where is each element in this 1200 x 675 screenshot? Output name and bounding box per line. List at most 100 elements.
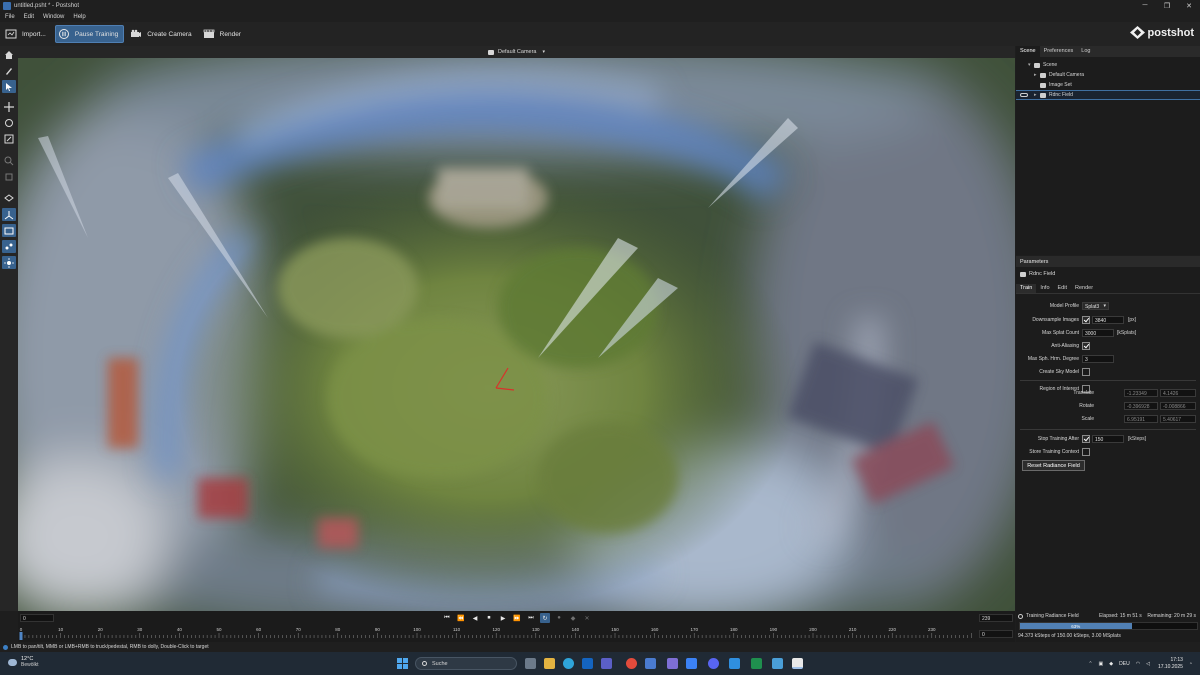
reset-radiance-field-button[interactable]: Reset Radiance Field — [1022, 460, 1085, 471]
home-view-tool[interactable] — [2, 48, 16, 61]
menu-file[interactable]: File — [5, 14, 15, 20]
crop-tool[interactable] — [2, 170, 16, 183]
play-button[interactable]: ▶ — [498, 613, 508, 623]
downsample-input[interactable]: 3840 — [1092, 316, 1124, 324]
anti-aliasing-checkbox[interactable] — [1082, 342, 1090, 350]
playhead[interactable] — [19, 632, 23, 640]
windows-start-icon[interactable] — [397, 658, 408, 669]
tab-scene[interactable]: Scene — [1016, 46, 1040, 57]
eye-icon[interactable] — [1020, 93, 1028, 97]
outlook-icon[interactable] — [582, 658, 593, 669]
app-icon[interactable] — [708, 658, 719, 669]
tab-train[interactable]: Train — [1016, 284, 1037, 293]
sky-model-checkbox[interactable] — [1082, 368, 1090, 376]
app-icon[interactable] — [729, 658, 740, 669]
chrome-icon[interactable] — [626, 658, 637, 669]
notification-icon[interactable]: ◔ — [1189, 661, 1192, 667]
training-stats: 94.373 kSteps of 150.00 kSteps, 3.00 MSp… — [1018, 633, 1121, 639]
stop-after-row: Stop Training After 150 [kSteps] — [1016, 434, 1200, 444]
tree-item-scene[interactable]: ▾ Scene — [1016, 60, 1200, 70]
create-camera-button[interactable]: Create Camera — [128, 25, 196, 43]
weather-widget[interactable]: 12°C Bewölkt — [8, 656, 39, 668]
timeline-start-input[interactable]: 0 — [20, 614, 54, 622]
tray-app-icon[interactable]: ◆ — [1109, 661, 1113, 667]
tab-info[interactable]: Info — [1036, 284, 1053, 293]
light-tool[interactable] — [2, 256, 16, 269]
app-icon[interactable] — [751, 658, 762, 669]
volume-icon[interactable]: ◁ — [1146, 661, 1150, 667]
chevron-up-icon[interactable]: ⌃ — [1088, 661, 1092, 667]
move-tool[interactable] — [2, 100, 16, 113]
rotate-tool[interactable] — [2, 116, 16, 129]
stop-after-checkbox[interactable] — [1082, 435, 1090, 443]
save-icon[interactable] — [686, 658, 697, 669]
clock[interactable]: 17:13 17.10.2025 — [1158, 657, 1183, 671]
stop-button[interactable]: ⏹ — [484, 613, 494, 623]
tab-edit[interactable]: Edit — [1054, 284, 1071, 293]
model-profile-select[interactable]: Splat3 ▾ — [1082, 302, 1109, 310]
rotate-y-input[interactable]: -0.008866 — [1160, 402, 1196, 410]
translate-x-input[interactable]: -1.23349 — [1124, 389, 1158, 397]
timeline-end-input[interactable]: 239 — [979, 614, 1013, 622]
maximize-button[interactable]: ❐ — [1156, 0, 1178, 11]
tray-app-icon[interactable]: ▣ — [1099, 661, 1104, 667]
teams-icon[interactable] — [601, 658, 612, 669]
tree-item-default-camera[interactable]: ▸ Default Camera — [1016, 70, 1200, 80]
scale-tool[interactable] — [2, 132, 16, 145]
delete-key-button[interactable]: ✕ — [582, 613, 592, 623]
splat-tool[interactable] — [2, 240, 16, 253]
downsample-checkbox[interactable] — [1082, 316, 1090, 324]
current-frame-input[interactable]: 0 — [979, 630, 1013, 638]
image-set-tool[interactable] — [2, 224, 16, 237]
tab-preferences[interactable]: Preferences — [1040, 46, 1078, 57]
translate-label: Translate — [1073, 390, 1094, 396]
camera-selector[interactable]: Default Camera ▾ — [487, 49, 545, 55]
record-button[interactable]: ● — [554, 613, 564, 623]
app-icon[interactable] — [667, 658, 678, 669]
rewind-button[interactable]: ⏪ — [456, 613, 466, 623]
select-paint-tool[interactable] — [2, 64, 16, 77]
timeline-ruler[interactable]: 0 10 20 30 40 50 60 70 80 90 100 110 120 130 140 150 160… — [18, 626, 978, 642]
stop-after-input[interactable]: 150 — [1092, 435, 1124, 443]
menu-window[interactable]: Window — [43, 14, 64, 20]
skip-start-button[interactable]: ⏮ — [442, 613, 452, 623]
menu-edit[interactable]: Edit — [24, 14, 34, 20]
file-explorer-icon[interactable] — [544, 658, 555, 669]
pointer-icon — [6, 82, 12, 91]
app-icon[interactable] — [772, 658, 783, 669]
step-back-button[interactable]: ◀ — [470, 613, 480, 623]
loop-button[interactable]: ↻ — [540, 613, 550, 623]
tab-log[interactable]: Log — [1077, 46, 1094, 57]
import-button[interactable]: Import... — [3, 25, 51, 43]
skip-end-button[interactable]: ⏭ — [526, 613, 536, 623]
scale-y-input[interactable]: 5.40617 — [1160, 415, 1196, 423]
layers-tool[interactable] — [2, 192, 16, 205]
select-tool[interactable] — [2, 80, 16, 93]
3d-viewport[interactable] — [18, 58, 1015, 611]
max-sph-input[interactable]: 3 — [1082, 355, 1114, 363]
fast-forward-button[interactable]: ⏩ — [512, 613, 522, 623]
wifi-icon[interactable]: ◠ — [1136, 661, 1140, 667]
app-icon[interactable] — [645, 658, 656, 669]
keyframe-button[interactable]: ◆ — [568, 613, 578, 623]
translate-y-input[interactable]: 4.1426 — [1160, 389, 1196, 397]
tab-render[interactable]: Render — [1071, 284, 1097, 293]
taskbar-search[interactable]: Suche — [415, 657, 517, 670]
close-button[interactable]: ✕ — [1178, 0, 1200, 11]
axis-gizmo-tool[interactable] — [2, 208, 16, 221]
pause-training-button[interactable]: Pause Training — [54, 25, 125, 43]
rotate-x-input[interactable]: -0.396928 — [1124, 402, 1158, 410]
render-button[interactable]: Render — [201, 25, 246, 43]
tree-item-image-set[interactable]: Image Set — [1016, 80, 1200, 90]
menu-help[interactable]: Help — [73, 14, 85, 20]
postshot-taskbar-icon[interactable] — [792, 658, 803, 669]
max-splat-input[interactable]: 3000 — [1082, 329, 1114, 337]
language-indicator[interactable]: DEU — [1119, 661, 1130, 667]
scale-x-input[interactable]: 6.95191 — [1124, 415, 1158, 423]
store-context-checkbox[interactable] — [1082, 448, 1090, 456]
edge-icon[interactable] — [563, 658, 574, 669]
minimize-button[interactable]: ─ — [1134, 0, 1156, 11]
task-view-icon[interactable] — [525, 658, 536, 669]
magnify-tool[interactable] — [2, 154, 16, 167]
tree-item-rdnc-field[interactable]: ▸ Rdnc Field — [1016, 90, 1200, 100]
